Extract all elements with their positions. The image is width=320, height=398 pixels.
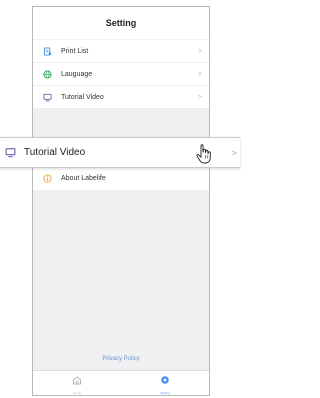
- menu-item-label: Lauguage: [61, 70, 93, 78]
- menu-item-tutorial-video[interactable]: Tutorial Video >: [33, 86, 209, 109]
- tab-bar: Home Setting: [33, 370, 209, 395]
- page-title: Setting: [33, 7, 209, 39]
- hand-pointer-icon: [196, 144, 211, 164]
- menu-item-label: Print List: [61, 47, 89, 55]
- tab-home[interactable]: Home: [33, 371, 121, 395]
- chevron-right-icon: >: [197, 70, 202, 78]
- phone-screen: Setting Print List > Lauguage > Tutorial…: [32, 6, 210, 396]
- menu-item-about[interactable]: About Labelife: [33, 167, 209, 190]
- menu-item-label: Tutorial Video: [61, 93, 104, 101]
- menu-item-label: About Labelife: [61, 175, 106, 182]
- tab-setting[interactable]: Setting: [121, 371, 209, 395]
- menu-item-language[interactable]: Lauguage >: [33, 63, 209, 86]
- tab-label: Home: [72, 390, 81, 395]
- print-list-icon: [42, 46, 52, 56]
- monitor-icon: [42, 92, 52, 102]
- settings-menu: Print List > Lauguage > Tutorial Video >: [33, 40, 209, 109]
- info-icon: [42, 174, 52, 184]
- chevron-right-icon: >: [231, 147, 237, 158]
- menu-item-print-list[interactable]: Print List >: [33, 40, 209, 63]
- settings-gear-icon: [160, 372, 170, 390]
- tab-label: Setting: [160, 390, 170, 395]
- chevron-right-icon: >: [197, 47, 202, 55]
- monitor-icon: [4, 147, 16, 159]
- globe-icon: [42, 69, 52, 79]
- chevron-right-icon: >: [197, 93, 202, 101]
- home-icon: [72, 372, 82, 390]
- privacy-policy-link[interactable]: Privacy Policy: [33, 356, 209, 362]
